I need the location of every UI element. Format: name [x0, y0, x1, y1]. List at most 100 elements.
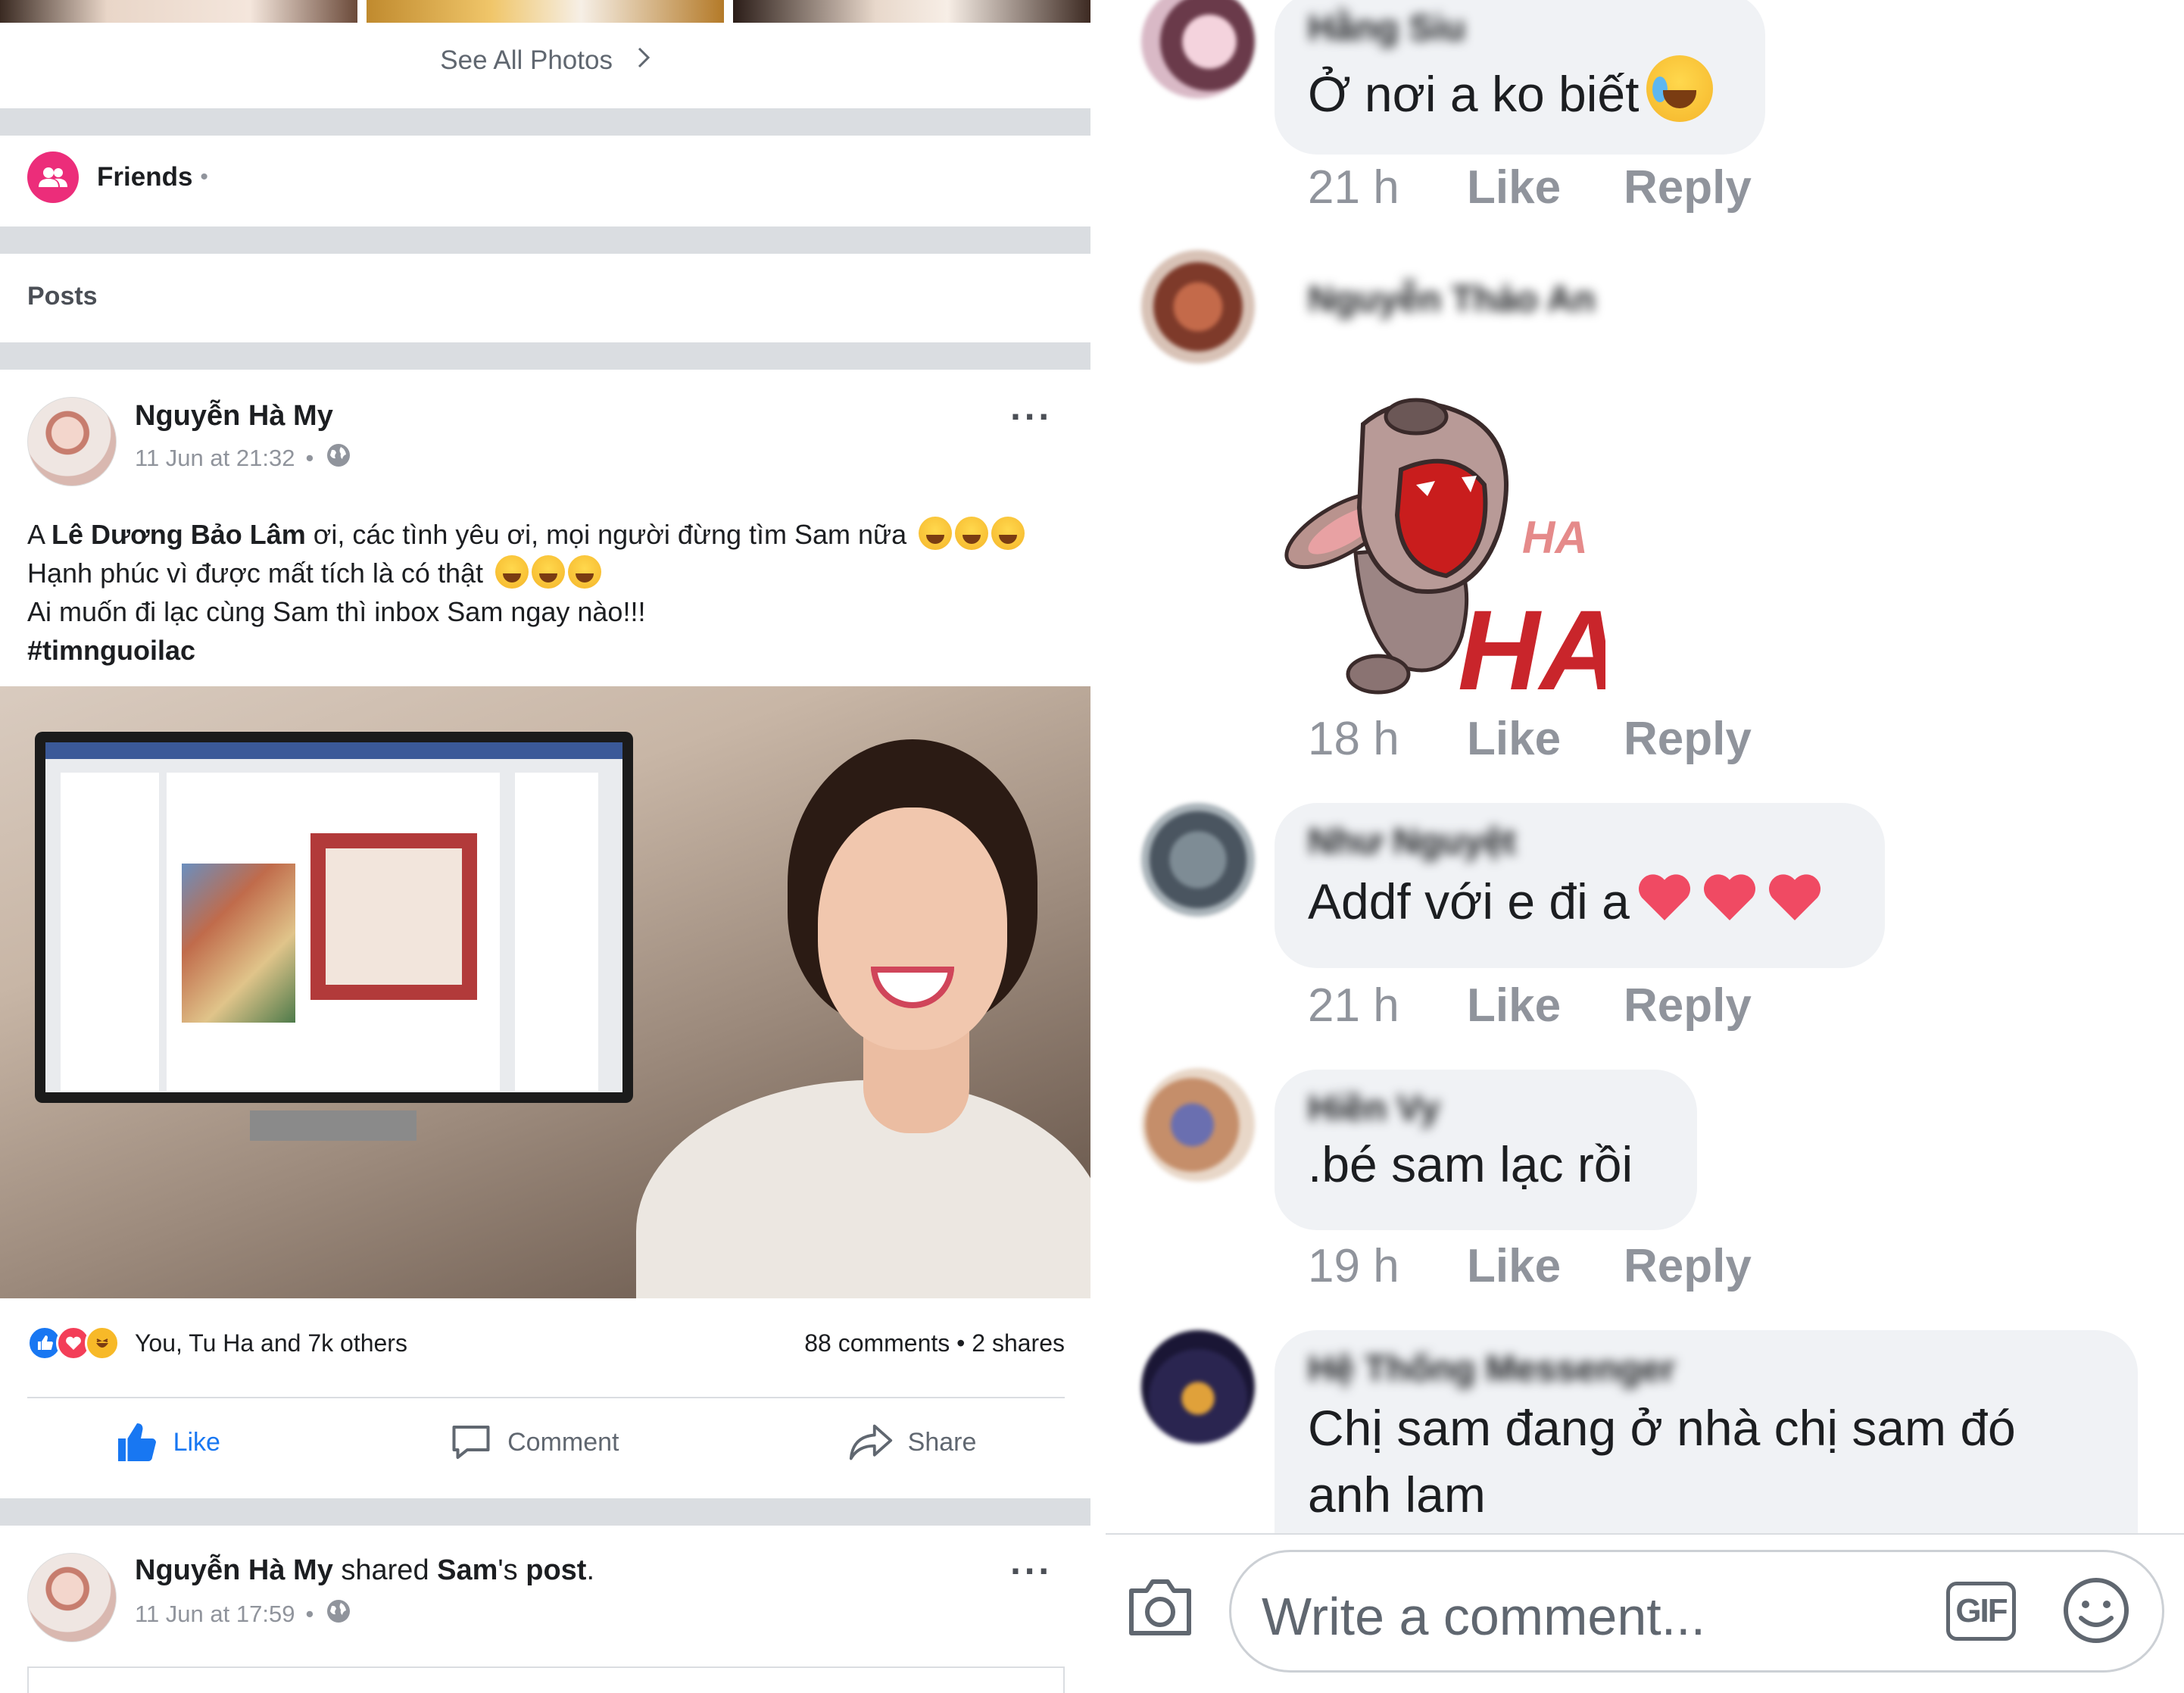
share-label: Share: [907, 1427, 977, 1457]
section-divider: [0, 108, 1090, 136]
comment-label: Comment: [507, 1427, 619, 1457]
reactions-text: You, Tu Ha and 7k others: [135, 1329, 407, 1357]
chevron-right-icon: [637, 45, 651, 76]
author-avatar[interactable]: [27, 1553, 117, 1642]
commenter-avatar[interactable]: [1141, 250, 1255, 364]
haha-reaction-icon: [85, 1326, 120, 1360]
commenter-name[interactable]: Hệ Thống Messenger: [1308, 1348, 2104, 1390]
commenter-name[interactable]: Nguyễn Thảo An: [1308, 279, 1596, 320]
comment-text: Chị sam đang ở nhà chị sam đó anh lam: [1308, 1400, 2016, 1523]
comment-reply-button[interactable]: Reply: [1624, 161, 1752, 214]
grinning-emoji-icon: [495, 555, 529, 589]
section-divider: [0, 226, 1090, 254]
commenter-avatar[interactable]: [1141, 803, 1255, 917]
comment-text: Ở nơi a ko biết: [1308, 66, 1640, 122]
comment-reply-button[interactable]: Reply: [1624, 712, 1752, 766]
comment-like-button[interactable]: Like: [1467, 1239, 1624, 1293]
comment-like-button[interactable]: Like: [1467, 979, 1624, 1032]
comment-input-placeholder: Write a comment...: [1262, 1587, 1706, 1646]
post-body: A Lê Dương Bảo Lâm ơi, các tình yêu ơi, …: [27, 515, 1072, 670]
grinning-emoji-icon: [532, 555, 566, 589]
camera-icon[interactable]: [1125, 1577, 1195, 1643]
thumbs-up-icon: [117, 1423, 156, 1461]
post-timestamp[interactable]: 11 Jun at 21:32 •: [135, 442, 351, 474]
photo-thumbnail[interactable]: [733, 0, 1090, 23]
comment-like-button[interactable]: Like: [1467, 712, 1624, 766]
comment-time: 21 h: [1308, 979, 1399, 1032]
comment-like-button[interactable]: Like: [1467, 161, 1624, 214]
post-actions: Like Comment Share: [0, 1420, 1090, 1465]
comment-bubble: Hiền Vy .bé sam lạc rồi: [1275, 1070, 1697, 1230]
comment-meta: 19 h Like Reply: [1308, 1239, 1752, 1293]
grinning-emoji-icon: [568, 555, 602, 589]
comment-button[interactable]: Comment: [448, 1420, 619, 1465]
commenter-name[interactable]: Hiền Vy: [1308, 1088, 1664, 1129]
comment-bubble: Hằng Siu Ở nơi a ko biết: [1275, 0, 1765, 155]
shared-post-link[interactable]: post: [526, 1554, 586, 1586]
heart-emoji-icon: [1638, 874, 1690, 920]
post-timestamp[interactable]: 11 Jun at 17:59 •: [135, 1598, 351, 1630]
comments-shares-count[interactable]: 88 comments • 2 shares: [804, 1329, 1065, 1357]
post-photo[interactable]: [0, 686, 1090, 1298]
friends-section-header[interactable]: Friends •: [27, 151, 208, 203]
smiling-woman-image: [545, 717, 1090, 1298]
commenter-avatar[interactable]: [1141, 1330, 1255, 1444]
posts-section-title: Posts: [27, 282, 98, 311]
share-button[interactable]: Share: [847, 1420, 977, 1465]
divider: [1106, 1533, 2184, 1535]
post-options-icon[interactable]: ···: [1010, 398, 1053, 436]
post-time: 11 Jun at 21:32: [135, 445, 295, 471]
separator-dot: •: [305, 1601, 314, 1627]
tongue-wink-emoji-icon: [919, 517, 953, 550]
comment-text: .bé sam lạc rồi: [1308, 1136, 1633, 1192]
share-icon: [849, 1424, 892, 1460]
shared-post-preview[interactable]: [27, 1666, 1065, 1693]
laughing-dog-sticker: HA HA: [1284, 398, 1605, 704]
text-segment: ơi, các tình yêu ơi, mọi người đừng tìm …: [305, 519, 907, 550]
tongue-wink-emoji-icon: [955, 517, 989, 550]
comment-time: 21 h: [1308, 161, 1399, 214]
comment-reply-button[interactable]: Reply: [1624, 979, 1752, 1032]
like-button[interactable]: Like: [114, 1420, 220, 1465]
section-divider: [0, 342, 1090, 370]
shared-post-header: Nguyễn Hà My shared Sam's post.: [135, 1554, 594, 1587]
author-avatar[interactable]: [27, 397, 117, 486]
globe-icon: [326, 442, 351, 474]
text-segment: .: [586, 1554, 595, 1586]
commenter-avatar[interactable]: [1141, 1068, 1255, 1182]
shared-owner-link[interactable]: Sam: [437, 1554, 498, 1586]
svg-text:HA: HA: [1458, 586, 1605, 704]
photo-thumbnail[interactable]: [0, 0, 357, 23]
heart-emoji-icon: [1703, 874, 1755, 920]
commenter-name[interactable]: Hằng Siu: [1308, 8, 1732, 49]
reactions-summary[interactable]: You, Tu Ha and 7k others 88 comments • 2…: [27, 1326, 1065, 1360]
comment-time: 19 h: [1308, 1240, 1399, 1292]
photo-thumbnail[interactable]: [367, 0, 724, 23]
commenter-name[interactable]: Như Nguyệt: [1308, 821, 1852, 863]
see-all-photos-link[interactable]: See All Photos: [0, 45, 1090, 76]
friends-icon: [27, 151, 79, 203]
comment-bubble: Như Nguyệt Addf với e đi a: [1275, 803, 1885, 968]
globe-icon: [326, 1598, 351, 1630]
tongue-wink-emoji-icon: [991, 517, 1025, 550]
hashtag-link[interactable]: #timnguoilac: [27, 635, 195, 666]
section-divider: [0, 1498, 1090, 1526]
post-author-name[interactable]: Nguyễn Hà My: [135, 400, 333, 433]
friends-label: Friends: [97, 162, 193, 192]
mention-link[interactable]: Lê Dương Bảo Lâm: [51, 519, 306, 550]
post-options-icon[interactable]: ···: [1010, 1552, 1053, 1590]
text-segment: Hạnh phúc vì được mất tích là có thật: [27, 558, 483, 589]
gif-button[interactable]: GIF: [1946, 1582, 2016, 1641]
photos-strip: [0, 0, 1090, 23]
monitor-stand: [250, 1110, 417, 1141]
comment-reply-button[interactable]: Reply: [1624, 1239, 1752, 1293]
emoji-icon[interactable]: [2061, 1576, 2131, 1649]
post-author-name[interactable]: Nguyễn Hà My: [135, 1554, 333, 1586]
svg-text:HA: HA: [1522, 512, 1588, 563]
post-time: 11 Jun at 17:59: [135, 1601, 295, 1627]
text-segment: A: [27, 519, 52, 550]
comment-meta: 18 h Like Reply: [1308, 712, 1752, 766]
comment-icon: [452, 1426, 490, 1459]
separator-dot: •: [200, 164, 208, 189]
heart-emoji-icon: [1768, 874, 1821, 920]
